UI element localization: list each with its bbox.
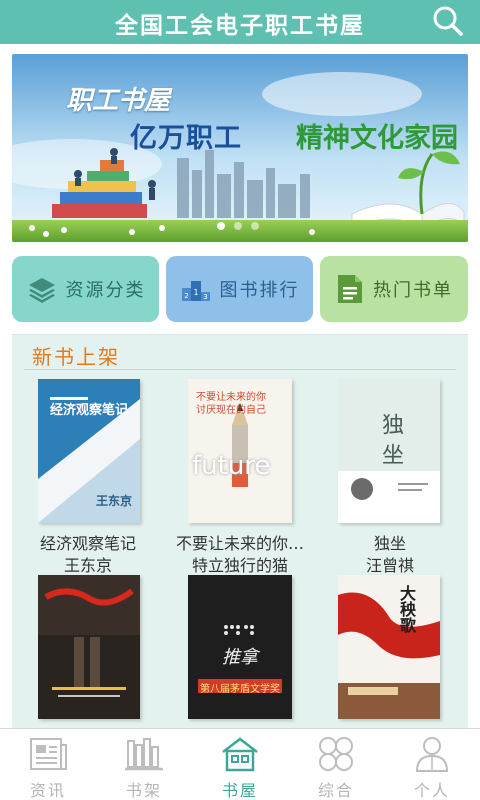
book-author: 特立独行的猫 xyxy=(191,556,288,575)
tab-label: 书屋 xyxy=(221,781,258,800)
book-item[interactable]: 推拿 第八届茅盾文学奖 xyxy=(164,575,316,735)
cover-word: future xyxy=(192,451,271,481)
book-item[interactable]: 独坐 独坐 汪曾祺 xyxy=(316,379,468,579)
svg-text:3: 3 xyxy=(203,293,207,301)
person-icon xyxy=(415,737,449,772)
book-cover[interactable]: 独坐 xyxy=(338,379,440,523)
tab-label: 个人 xyxy=(413,781,450,800)
cover-title: 不要让未来的你讨厌现在的自己 xyxy=(196,392,266,416)
document-list-icon xyxy=(338,275,362,303)
tab-label: 资讯 xyxy=(29,781,66,800)
banner-slogan-green: 精神文化家园 xyxy=(296,123,458,154)
book-cover-art xyxy=(338,575,440,719)
tab-bookhouse[interactable]: 书屋 xyxy=(192,729,288,800)
tab-label: 综合 xyxy=(317,781,354,800)
book-title[interactable]: 经济观察笔记 xyxy=(8,533,168,555)
quick-link-label: 图书排行 xyxy=(219,280,300,301)
cover-title: 独坐 xyxy=(378,413,403,473)
book-item[interactable] xyxy=(12,575,164,735)
news-icon xyxy=(30,738,67,770)
tab-general[interactable]: 综合 xyxy=(288,729,384,800)
tab-bookshelf[interactable]: 书架 xyxy=(96,729,192,800)
carousel-indicator[interactable] xyxy=(217,222,259,230)
book-ranking-button[interactable]: 1 2 3 图书排行 xyxy=(166,256,313,322)
tab-news[interactable]: 资讯 xyxy=(0,729,96,800)
new-books-section: 新书上架 经济观察笔记 王东京 经济观察笔记 王东京 不要让未来的你讨厌现在的自… xyxy=(12,334,468,734)
quick-link-label: 资源分类 xyxy=(65,280,146,301)
book-item[interactable]: 经济观察笔记 王东京 经济观察笔记 王东京 xyxy=(12,379,164,579)
carousel-dot[interactable] xyxy=(251,222,259,230)
book-cover[interactable]: 经济观察笔记 王东京 xyxy=(38,379,140,523)
layers-icon xyxy=(28,278,55,303)
search-icon xyxy=(433,6,463,36)
tab-personal[interactable]: 个人 xyxy=(384,729,480,800)
book-item[interactable]: 不要让未来的你讨厌现在的自己 future 不要让未来的你… 特立独行的猫 xyxy=(164,379,316,579)
svg-text:2: 2 xyxy=(184,292,188,300)
banner-slogan-blue: 亿万职工 xyxy=(130,123,242,154)
book-cover[interactable]: 大秧歌 xyxy=(338,575,440,719)
bottom-tab-bar: 资讯 书架 书屋 综合 个人 xyxy=(0,728,480,800)
hot-booklist-button[interactable]: 热门书单 xyxy=(320,256,468,322)
resource-category-button[interactable]: 资源分类 xyxy=(12,256,159,322)
section-title: 新书上架 xyxy=(32,345,120,369)
app-header: 全国工会电子职工书屋 xyxy=(0,0,480,44)
svg-text:1: 1 xyxy=(193,288,198,297)
promo-banner[interactable]: 职工书屋 亿万职工 精神文化家园 xyxy=(12,54,468,242)
book-cover[interactable]: 推拿 第八届茅盾文学奖 xyxy=(188,575,292,719)
book-cover-art xyxy=(38,575,140,719)
book-author: 王东京 xyxy=(63,556,112,575)
quick-link-label: 热门书单 xyxy=(373,280,453,301)
cover-title: 大秧歌 xyxy=(397,585,416,633)
carousel-dot[interactable] xyxy=(234,222,242,230)
book-title[interactable]: 独坐 xyxy=(310,533,470,555)
book-cover[interactable] xyxy=(38,575,140,719)
bookshelf-icon xyxy=(125,738,163,771)
book-cover[interactable]: 不要让未来的你讨厌现在的自己 future xyxy=(188,379,292,523)
cover-title: 经济观察笔记 xyxy=(50,403,129,418)
cover-author: 王东京 xyxy=(95,494,132,508)
search-button[interactable] xyxy=(430,4,466,40)
banner-title: 职工书屋 xyxy=(66,86,171,116)
tab-label: 书架 xyxy=(125,781,162,800)
app-title: 全国工会电子职工书屋 xyxy=(115,12,365,39)
book-author: 汪曾祺 xyxy=(365,556,414,575)
book-item[interactable]: 大秧歌 xyxy=(316,575,468,735)
carousel-dot[interactable] xyxy=(217,222,225,230)
book-title[interactable]: 不要让未来的你… xyxy=(160,533,320,555)
section-divider xyxy=(24,369,456,370)
grid-circles-icon xyxy=(319,737,353,771)
house-icon xyxy=(222,737,258,772)
podium-icon: 1 2 3 xyxy=(181,281,210,301)
cover-badge: 第八届茅盾文学奖 xyxy=(200,684,280,695)
cover-title: 推拿 xyxy=(222,647,258,668)
